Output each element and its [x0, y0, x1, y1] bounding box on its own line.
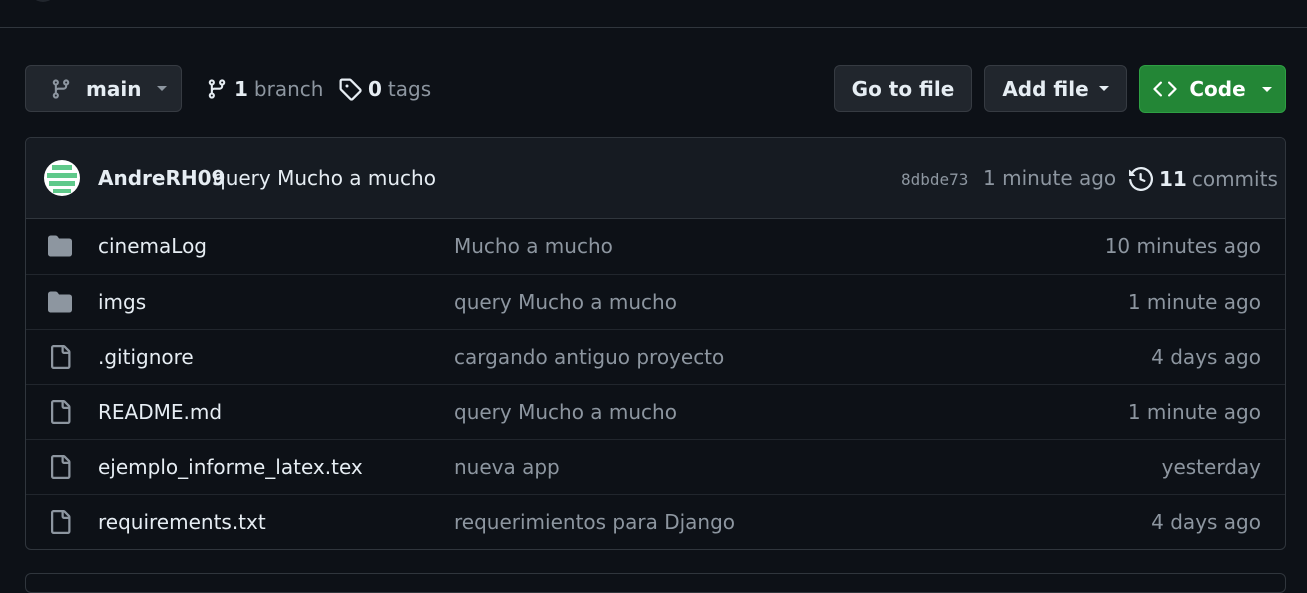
folder-icon [48, 291, 72, 313]
branch-name: main [86, 76, 142, 101]
file-row[interactable]: README.md query Mucho a mucho 1 minute a… [26, 384, 1285, 439]
branch-label: branch [253, 77, 324, 101]
chevron-down-icon [1098, 86, 1109, 91]
file-name[interactable]: README.md [98, 400, 222, 424]
header-divider [0, 27, 1307, 28]
file-age: 4 days ago [1151, 345, 1261, 369]
file-name[interactable]: cinemaLog [98, 234, 207, 258]
branch-select-button[interactable]: main [25, 65, 182, 112]
avatar[interactable] [44, 160, 80, 196]
code-button[interactable]: Code [1139, 65, 1286, 113]
code-icon [1153, 81, 1177, 97]
file-name[interactable]: imgs [98, 290, 146, 314]
folder-icon [48, 235, 72, 257]
file-age: 1 minute ago [1127, 290, 1261, 314]
commit-message[interactable]: query Mucho a mucho [213, 166, 436, 190]
file-commit-message[interactable]: requerimientos para Django [454, 510, 735, 534]
file-icon [51, 345, 71, 369]
file-row[interactable]: imgs query Mucho a mucho 1 minute ago [26, 274, 1285, 329]
file-name[interactable]: .gitignore [98, 345, 194, 369]
file-commit-message[interactable]: query Mucho a mucho [454, 290, 677, 314]
file-row[interactable]: requirements.txt requerimientos para Dja… [26, 494, 1285, 549]
file-commit-message[interactable]: nueva app [454, 455, 560, 479]
file-age: 1 minute ago [1127, 400, 1261, 424]
add-file-button[interactable]: Add file [984, 65, 1127, 112]
file-commit-message[interactable]: query Mucho a mucho [454, 400, 677, 424]
go-to-file-label: Go to file [851, 76, 955, 101]
file-browser: AndreRH09 query Mucho a mucho 8dbde73 1 … [25, 137, 1286, 550]
branches-link[interactable]: 1 branch [206, 72, 323, 106]
commit-age: 1 minute ago [983, 166, 1117, 190]
tag-icon [339, 78, 362, 101]
commit-count-label: commits [1191, 167, 1278, 191]
file-age: 10 minutes ago [1104, 234, 1261, 258]
file-name[interactable]: requirements.txt [98, 510, 266, 534]
add-file-label: Add file [1002, 76, 1089, 101]
git-branch-icon [208, 79, 226, 99]
commit-sha[interactable]: 8dbde73 [901, 170, 968, 189]
file-icon [51, 455, 71, 479]
file-icon [51, 400, 71, 424]
commit-count: 11 [1159, 167, 1187, 191]
chevron-down-icon [157, 86, 168, 91]
tag-label: tags [387, 77, 432, 101]
git-branch-icon [52, 78, 70, 99]
file-row[interactable]: ejemplo_informe_latex.tex nueva app yest… [26, 439, 1285, 494]
tag-count: 0 [368, 77, 382, 101]
file-age: yesterday [1161, 455, 1261, 479]
readme-box-edge [25, 573, 1286, 593]
commit-author[interactable]: AndreRH09 [98, 166, 225, 190]
go-to-file-button[interactable]: Go to file [834, 65, 972, 112]
file-row[interactable]: cinemaLog Mucho a mucho 10 minutes ago [26, 219, 1285, 274]
file-commit-message[interactable]: cargando antiguo proyecto [454, 345, 724, 369]
code-label: Code [1189, 77, 1246, 101]
file-age: 4 days ago [1151, 510, 1261, 534]
file-name[interactable]: ejemplo_informe_latex.tex [98, 455, 363, 479]
file-commit-message[interactable]: Mucho a mucho [454, 234, 613, 258]
commits-link[interactable]: 11 commits [1129, 164, 1278, 194]
tags-link[interactable]: 0 tags [338, 72, 431, 106]
chevron-down-icon [1261, 86, 1272, 92]
branch-count: 1 [234, 77, 248, 101]
avatar-partial [29, 0, 57, 2]
latest-commit-bar: AndreRH09 query Mucho a mucho 8dbde73 1 … [26, 138, 1285, 219]
history-icon [1129, 167, 1153, 191]
file-row[interactable]: .gitignore cargando antiguo proyecto 4 d… [26, 329, 1285, 384]
file-icon [51, 510, 71, 534]
